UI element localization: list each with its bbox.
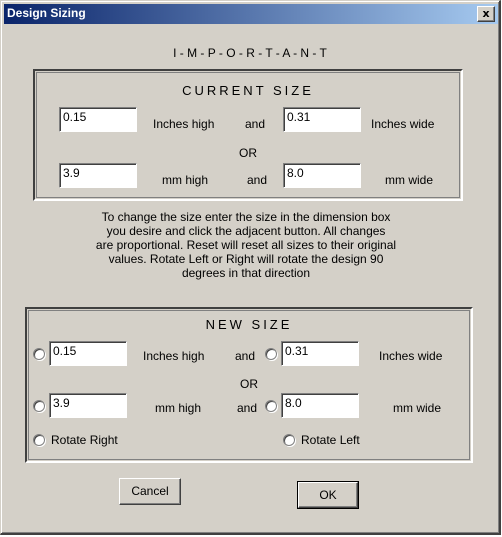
rotate-right-label[interactable]: Rotate Right: [51, 433, 118, 447]
design-sizing-dialog: Design Sizing x I - M - P - O - R - T - …: [0, 0, 501, 535]
rotate-left-label[interactable]: Rotate Left: [301, 433, 360, 447]
new-and-label-2: and: [237, 401, 258, 415]
radio-rotate-right[interactable]: [33, 434, 45, 446]
current-inches-wide-field[interactable]: 0.31: [283, 107, 361, 132]
radio-new-mm-high[interactable]: [33, 400, 45, 412]
new-mm-wide-field[interactable]: 8.0: [281, 393, 359, 418]
instructions-text: To change the size enter the size in the…: [33, 210, 459, 280]
instructions-line: degrees in that direction: [181, 266, 311, 280]
cancel-button[interactable]: Cancel: [119, 478, 181, 505]
new-inches-wide-label: Inches wide: [379, 349, 443, 363]
close-icon: x: [482, 7, 490, 20]
new-mm-high-field[interactable]: 3.9: [49, 393, 127, 418]
window-title: Design Sizing: [7, 6, 86, 20]
important-heading: I - M - P - O - R - T - A - N - T: [173, 46, 327, 60]
instructions-line: you desire and click the adjacent button…: [106, 224, 386, 238]
current-size-title: CURRENT SIZE: [182, 83, 314, 98]
current-inches-high-label: Inches high: [153, 117, 215, 131]
new-size-group: NEW SIZE 0.15 Inches high and 0.31 Inche…: [25, 307, 473, 463]
new-and-label-1: and: [235, 349, 256, 363]
instructions-line: To change the size enter the size in the…: [101, 210, 391, 224]
current-mm-high-field[interactable]: 3.9: [59, 163, 137, 188]
new-mm-high-label: mm high: [155, 401, 202, 415]
new-inches-high-field[interactable]: 0.15: [49, 341, 127, 366]
new-inches-high-label: Inches high: [143, 349, 205, 363]
ok-button[interactable]: OK: [297, 481, 359, 509]
instructions-line: values. Rotate Left or Right will rotate…: [108, 252, 384, 266]
new-size-title: NEW SIZE: [205, 317, 293, 332]
current-mm-wide-label: mm wide: [385, 173, 434, 187]
current-and-label-1: and: [245, 117, 266, 131]
current-size-group: CURRENT SIZE 0.15 Inches high and 0.31 I…: [33, 69, 463, 201]
new-mm-wide-label: mm wide: [393, 401, 442, 415]
current-inches-wide-label: Inches wide: [371, 117, 435, 131]
radio-new-inches-wide[interactable]: [265, 348, 277, 360]
current-and-label-2: and: [247, 173, 268, 187]
close-button[interactable]: x: [477, 6, 495, 22]
current-or-label: OR: [239, 146, 257, 160]
radio-new-mm-wide[interactable]: [265, 400, 277, 412]
current-mm-wide-field[interactable]: 8.0: [283, 163, 361, 188]
instructions-line: are proportional. Reset will reset all s…: [95, 238, 397, 252]
new-or-label: OR: [240, 377, 258, 391]
new-inches-wide-field[interactable]: 0.31: [281, 341, 359, 366]
radio-rotate-left[interactable]: [283, 434, 295, 446]
current-inches-high-field[interactable]: 0.15: [59, 107, 137, 132]
title-bar[interactable]: Design Sizing x: [4, 4, 498, 24]
current-mm-high-label: mm high: [162, 173, 209, 187]
radio-new-inches-high[interactable]: [33, 348, 45, 360]
